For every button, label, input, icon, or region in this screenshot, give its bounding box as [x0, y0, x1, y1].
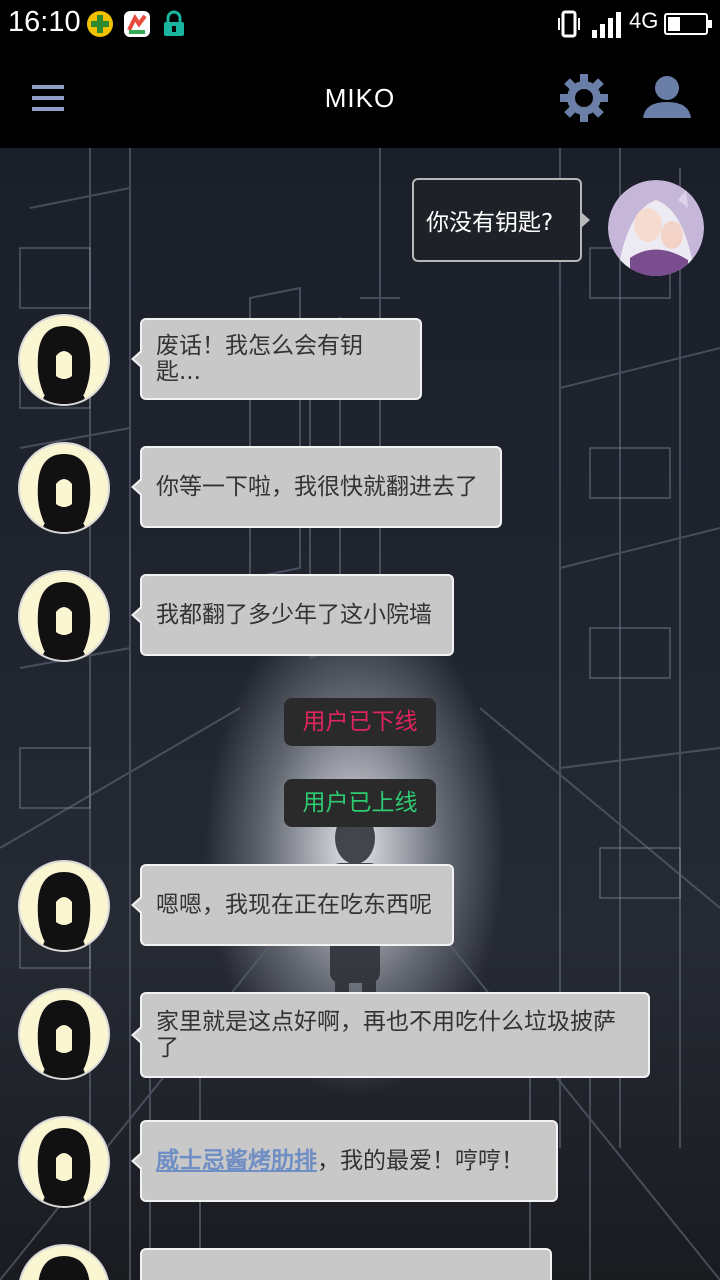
message-bubble-incoming: 你等一下啦，我很快就翻进去了 — [131, 446, 502, 528]
miko-avatar[interactable] — [18, 988, 110, 1080]
message-bubble-incoming: 威士忌酱烤肋排，我的最爱！哼哼！ — [131, 1120, 558, 1202]
miko-avatar[interactable] — [18, 570, 110, 662]
app-market-icon — [123, 10, 151, 42]
profile-icon[interactable] — [640, 72, 692, 124]
status-offline-notice: 用户已下线 — [284, 698, 436, 746]
battery-icon — [664, 12, 714, 40]
miko-avatar[interactable] — [18, 1116, 110, 1208]
user-avatar[interactable] — [608, 180, 704, 276]
message-text: 嗯嗯，我现在正在吃东西呢 — [156, 892, 432, 918]
message-bubble-incoming: 废话！我怎么会有钥匙... — [131, 318, 422, 400]
status-time: 16:10 — [8, 6, 81, 38]
message-text: 你等一下啦，我很快就翻进去了 — [156, 474, 478, 500]
app-bar: MIKO — [0, 48, 720, 148]
signal-icon — [590, 10, 624, 42]
chat-area[interactable]: 你没有钥匙? 废话！我怎么会有钥匙... 你等一下啦，我很快就翻进去了 我都翻了… — [0, 148, 720, 1280]
page-title: MIKO — [324, 83, 396, 113]
message-bubble-incoming: 嗯嗯，我现在正在吃东西呢 — [131, 864, 454, 946]
message-text: 废话！我怎么会有钥匙... — [156, 333, 363, 385]
message-bubble-incoming: 我都翻了多少年了这小院墙 — [131, 574, 454, 656]
message-text: 我都翻了多少年了这小院墙 — [156, 602, 432, 628]
settings-gear-icon[interactable] — [558, 72, 610, 124]
dish-link[interactable]: 威士忌酱烤肋排 — [156, 1148, 317, 1174]
vibrate-icon — [556, 10, 582, 42]
message-bubble-incoming — [140, 1248, 552, 1280]
message-text: 你没有钥匙? — [426, 210, 554, 236]
status-online-notice: 用户已上线 — [284, 779, 436, 827]
message-bubble-incoming: 家里就是这点好啊，再也不用吃什么垃圾披萨了 — [131, 992, 650, 1078]
network-type: 4G — [629, 8, 659, 33]
lock-icon — [162, 10, 186, 42]
miko-avatar[interactable] — [18, 314, 110, 406]
miko-avatar[interactable] — [18, 860, 110, 952]
miko-avatar[interactable] — [18, 442, 110, 534]
status-bar: 16:10 4G — [0, 0, 720, 48]
app-plus-icon — [86, 10, 114, 42]
message-bubble-outgoing: 你没有钥匙? — [412, 178, 590, 262]
message-text: ，我的最爱！哼哼！ — [317, 1148, 524, 1174]
message-text: 家里就是这点好啊，再也不用吃什么垃圾披萨了 — [156, 1009, 616, 1061]
